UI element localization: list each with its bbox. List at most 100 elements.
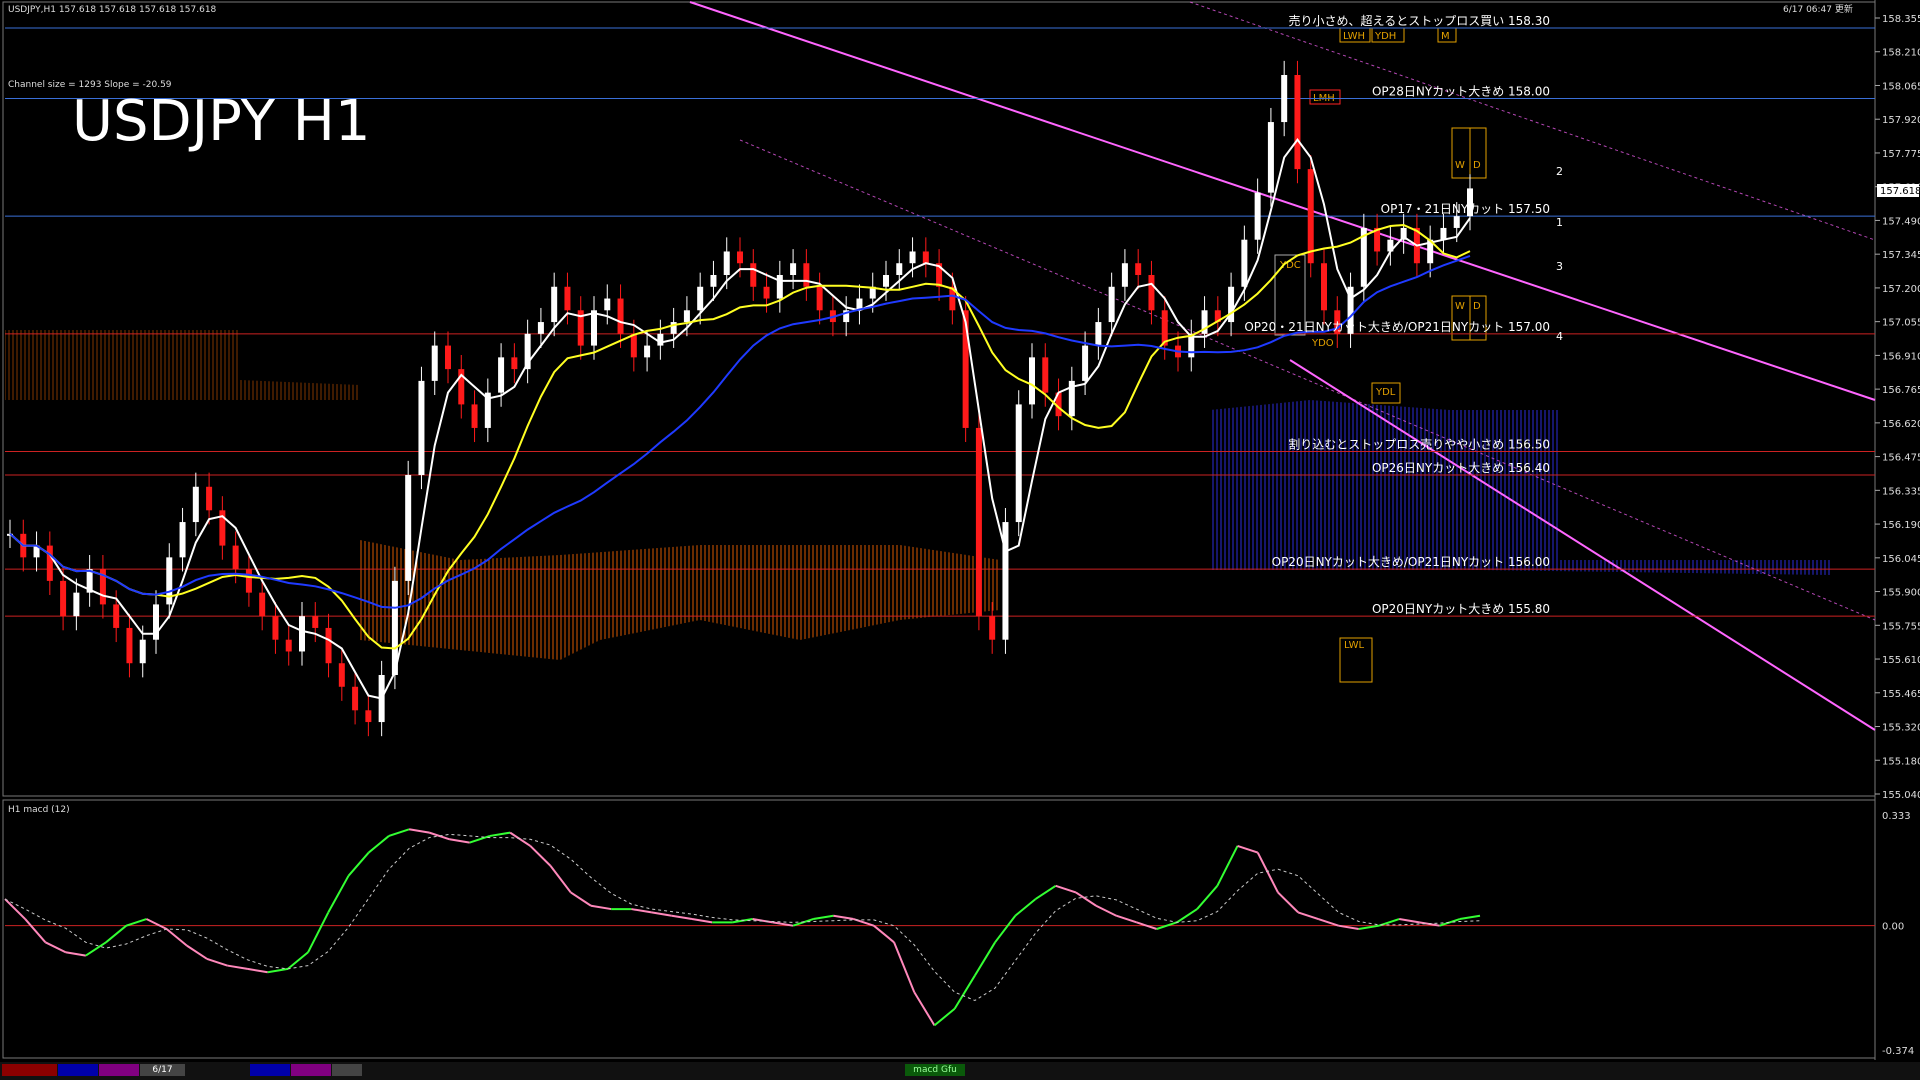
macd-signal-line [4, 833, 1481, 1002]
macd-segment [1115, 914, 1137, 924]
candle-body [245, 569, 252, 593]
current-price-label: 157.618 [1880, 186, 1920, 197]
bottom-tab-1[interactable] [2, 1064, 57, 1076]
macd-segment [307, 911, 330, 953]
bottom-tab-2[interactable] [58, 1064, 98, 1076]
macd-segment [186, 944, 208, 960]
candle-body [1241, 239, 1248, 287]
candle-body [352, 686, 359, 711]
macd-segment [933, 1008, 956, 1027]
price-tick-label: 158.065 [1882, 81, 1920, 92]
level-box-label: LWL [1344, 640, 1365, 651]
candle-body [1148, 275, 1155, 311]
price-tick-label: 156.335 [1882, 486, 1920, 497]
candle-body [1135, 263, 1142, 275]
price-tick-label: 156.765 [1882, 385, 1920, 396]
macd-segment [691, 918, 713, 924]
price-tick-label: 155.320 [1882, 723, 1920, 734]
macd-segment [24, 918, 47, 943]
level-annotation: OP20日NYカット大きめ 155.80 [1372, 602, 1550, 616]
bottom-tab-5[interactable] [291, 1064, 331, 1076]
candle-body [1095, 322, 1102, 346]
bottom-tab-4[interactable] [250, 1064, 290, 1076]
macd-segment [974, 941, 996, 977]
macd-segment [893, 941, 916, 993]
level-box-label: YDH [1374, 31, 1396, 42]
level-box-label: W [1455, 160, 1465, 171]
candle-body [1082, 345, 1089, 381]
level-annotation: 割り込むとストップロス売りやや小さめ 156.50 [1288, 436, 1550, 451]
bottom-tab-date[interactable]: 6/17 [140, 1064, 185, 1076]
macd-segment [267, 967, 289, 974]
candle-body [445, 345, 451, 370]
macd-segment [953, 975, 976, 1010]
macd-segment [1318, 918, 1339, 927]
channel-number: 2 [1556, 165, 1563, 178]
level-annotation: 売り小さめ、超えるとストップロス買い 158.30 [1289, 13, 1550, 28]
price-tick-label: 156.620 [1882, 419, 1920, 430]
candle-body [683, 310, 690, 323]
macd-label: H1 macd (12) [8, 805, 70, 815]
candle-body [206, 486, 213, 511]
price-tick-label: 155.465 [1882, 689, 1920, 700]
macd-segment [125, 918, 147, 927]
macd-segment [671, 914, 693, 921]
macd-segment [1439, 918, 1461, 927]
price-tick-label: 156.190 [1882, 520, 1920, 531]
level-box-label: W [1455, 301, 1465, 312]
candle-body [909, 251, 916, 264]
candle-body [1042, 357, 1049, 393]
candle-body [431, 345, 438, 381]
candle-body [60, 580, 67, 617]
macd-segment [469, 834, 491, 844]
candle-body [511, 357, 518, 370]
price-tick-label: 155.755 [1882, 621, 1920, 632]
candle-body [1307, 169, 1314, 264]
macd-segment [4, 898, 26, 920]
macd-segment [1399, 918, 1420, 924]
candle-body [1294, 75, 1301, 170]
macd-segment [994, 915, 1017, 943]
level-annotation: OP20日NYカット大きめ/OP21日NYカット 156.00 [1272, 555, 1550, 569]
candle-body [365, 710, 372, 723]
candle-body [1254, 192, 1261, 240]
candle-body [1281, 75, 1288, 123]
price-tick-label: 156.910 [1882, 351, 1920, 362]
price-axis: 158.355 158.210 158.065 157.920 157.775 157.6… [1875, 14, 1920, 801]
macd-segment [1014, 898, 1037, 917]
candle-body [1108, 286, 1115, 323]
candle-body [750, 263, 757, 287]
macd-axis-label: 0.00 [1882, 922, 1904, 933]
macd-axis-label: 0.333 [1882, 811, 1911, 822]
macd-segment [590, 904, 612, 911]
macd-segment [509, 831, 531, 847]
candle-body [591, 310, 597, 346]
macd-segment [368, 835, 390, 854]
candle-body [803, 263, 810, 287]
candle-body [272, 616, 279, 640]
macd-segment [449, 838, 470, 844]
price-tick-label: 156.045 [1882, 554, 1920, 565]
price-tick-label: 155.040 [1882, 790, 1920, 801]
macd-segment [913, 991, 936, 1026]
macd-segment [833, 914, 854, 921]
candle-body [1029, 357, 1035, 405]
bottom-tab-6[interactable] [332, 1064, 362, 1076]
macd-segment [1459, 914, 1481, 921]
bottom-tab-3[interactable] [99, 1064, 139, 1076]
macd-segment [227, 964, 248, 970]
candle-body [1440, 227, 1447, 240]
candle-body [1121, 263, 1128, 287]
cloud-band-left [5, 330, 360, 400]
price-tick-label: 158.355 [1882, 14, 1920, 25]
chart-canvas: LWH YDH MLMHW DYDCYDOYDLW DLWL 売り小さめ、超えるとストッ… [2, 0, 1920, 1077]
macd-segment [1277, 891, 1299, 914]
price-tick-label: 157.775 [1882, 149, 1920, 160]
macd-segment [247, 967, 268, 974]
candle-body [883, 275, 889, 287]
macd-panel: 0.3330.00-0.374200000 [4, 811, 1920, 1077]
macd-segment [529, 845, 552, 867]
macd-segment [206, 957, 228, 967]
macd-tab[interactable]: macd Gfu [905, 1064, 965, 1076]
macd-segment [1216, 845, 1239, 887]
